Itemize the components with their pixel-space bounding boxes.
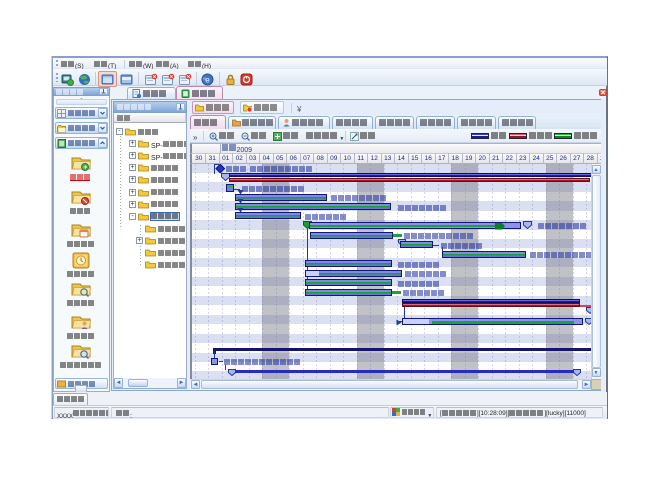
svg-text:e: e xyxy=(205,76,210,85)
